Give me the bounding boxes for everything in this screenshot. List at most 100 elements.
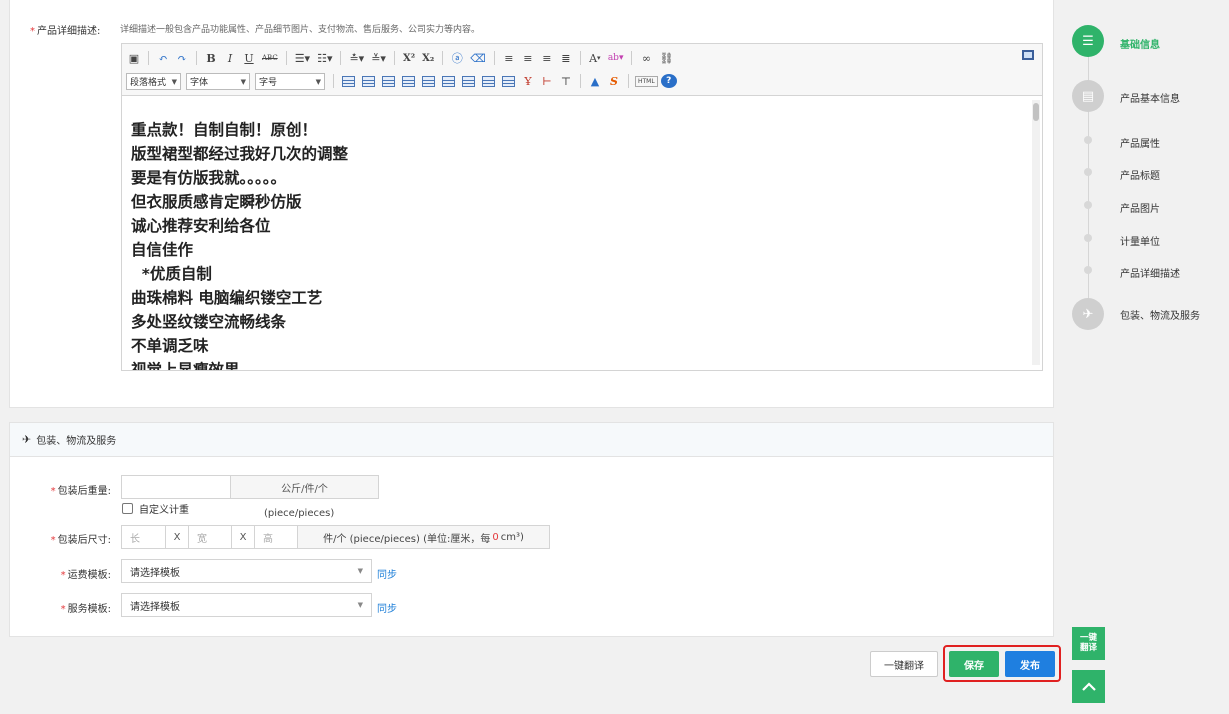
nav-dot [1084,168,1092,176]
freight-sync-link[interactable]: 同步 [377,566,397,581]
align-center-icon[interactable]: ≡ [520,49,536,67]
split-rows-icon[interactable]: ⊢ [539,72,555,90]
chevron-down-icon: ▼ [357,601,363,609]
chevron-down-icon: ▼ [315,77,321,86]
nav-dot [1084,136,1092,144]
editor-line: 曲珠棉料 电脑编织镂空工艺 [131,289,323,307]
chevron-down-icon: ▼ [171,77,177,86]
editor-line: 诚心推荐安利给各位 [131,217,271,235]
font-size-select[interactable]: 字号 ▼ [255,72,325,90]
nav-item-product-title[interactable]: 产品标题 [1120,167,1160,182]
back-to-top-button[interactable] [1072,670,1105,703]
length-input[interactable]: 长 [121,525,166,549]
align-right-icon[interactable]: ≡ [539,49,555,67]
save-button[interactable]: 保存 [949,651,999,677]
split-cols-icon[interactable]: ⊤ [558,72,574,90]
service-template-select[interactable]: 请选择模板 ▼ [121,593,372,617]
link-icon[interactable]: ∞ [638,49,654,67]
nav-item-measurement-unit[interactable]: 计量单位 [1120,233,1160,248]
freight-template-select[interactable]: 请选择模板 ▼ [121,559,372,583]
undo-icon[interactable]: ↶ [155,49,171,67]
editor-line: 要是有仿版我就。。。。。 [131,169,287,187]
scrollbar-thumb[interactable] [1033,103,1039,121]
nav-dot [1084,266,1092,274]
weight-input[interactable] [121,475,231,499]
format-painter-icon[interactable]: S [606,72,622,90]
editor-scrollbar[interactable] [1032,100,1040,365]
editor-line: 重点款！自制自制！原创！ [131,121,318,139]
bold-button[interactable]: B [203,49,219,67]
editor-line: *优质自制 [131,265,212,283]
line-height-icon[interactable]: ≛▾ [347,49,366,67]
weight-unit: 公斤/件/个 [230,475,379,499]
editor-line: 视觉上显瘦效果 [131,361,240,370]
eraser-icon[interactable]: ⌫ [468,49,488,67]
unlink-icon[interactable]: ⛓ [657,49,675,67]
detail-description-hint: 详细描述一般包含产品功能属性、产品细节图片、支付物流、售后服务、公司实力等内容。 [120,25,481,35]
paragraph-spacing-icon[interactable]: ≚▾ [369,49,388,67]
piece-unit-label: (piece/pieces) [264,508,335,519]
ordered-list-icon[interactable]: ☰▾ [293,49,312,67]
help-icon[interactable]: ? [660,74,677,88]
insert-row-above-icon[interactable] [380,72,397,90]
unordered-list-icon[interactable]: ☷▾ [315,49,334,67]
x-separator: X [165,525,189,549]
chevron-up-icon [1081,681,1096,691]
split-cells-icon[interactable]: Ұ [520,72,536,90]
subscript-button[interactable]: X₂ [420,49,436,67]
nav-dot [1084,234,1092,242]
custom-weight-checkbox[interactable] [122,503,133,514]
italic-button[interactable]: I [222,49,238,67]
insert-table-icon[interactable] [340,72,357,90]
height-input[interactable]: 高 [254,525,298,549]
delete-row-icon[interactable] [420,72,437,90]
delete-col-icon[interactable] [480,72,497,90]
merge-cells-icon[interactable] [500,72,517,90]
list-icon[interactable]: ☰ [1072,25,1104,57]
service-template-label: * 服务模板: [60,604,111,615]
document-icon[interactable]: ▤ [1072,80,1104,112]
background-color-icon[interactable]: ab▾ [606,49,626,67]
autotype-icon[interactable]: ⓐ [449,49,465,67]
superscript-button[interactable]: X² [401,49,417,67]
width-input[interactable]: 宽 [188,525,232,549]
paragraph-format-select[interactable]: 段落格式 ▼ [126,72,181,90]
editor-content[interactable]: 重点款！自制自制！原创！ 版型裙型都经过我好几次的调整 要是有仿版我就。。。。。… [122,96,1028,370]
align-justify-icon[interactable]: ≣ [558,49,574,67]
font-family-select[interactable]: 字体 ▼ [186,72,250,90]
side-translate-button[interactable]: 一键 翻译 [1072,627,1105,660]
table-properties-icon[interactable] [360,72,377,90]
nav-dot [1084,201,1092,209]
underline-button[interactable]: U [241,49,257,67]
x-separator: X [231,525,255,549]
nav-item-detail-description[interactable]: 产品详细描述 [1120,265,1180,280]
strikethrough-button[interactable]: ABC [260,49,280,67]
service-sync-link[interactable]: 同步 [377,600,397,615]
size-label: * 包装后尺寸: [50,535,111,546]
packaging-section-header: ✈ 包装、物流及服务 [10,423,1053,457]
font-color-button[interactable]: A ▾ [587,49,603,67]
airplane-icon: ✈ [22,433,32,446]
insert-image-icon[interactable]: ▲ [587,72,603,90]
nav-item-product-basic-info[interactable]: 产品基本信息 [1120,90,1180,105]
airplane-icon[interactable]: ✈ [1072,298,1104,330]
nav-item-packaging[interactable]: 包装、物流及服务 [1120,307,1200,322]
custom-weight-checkbox-row[interactable]: 自定义计重 [122,501,189,516]
html-source-button[interactable]: HTML [635,75,658,87]
rich-text-editor[interactable]: ▣ ↶ ↷ B I U ABC ☰▾ ☷▾ ≛▾ ≚▾ X² X₂ ⓐ ⌫ ≡ … [121,43,1043,371]
insert-col-right-icon[interactable] [460,72,477,90]
publish-button[interactable]: 发布 [1005,651,1055,677]
editor-line: 不单调乏味 [131,337,209,355]
detail-description-label: * 产品详细描述: [30,26,101,37]
align-left-icon[interactable]: ≡ [501,49,517,67]
nav-item-product-images[interactable]: 产品图片 [1120,200,1160,215]
insert-col-left-icon[interactable] [440,72,457,90]
one-click-translate-button[interactable]: 一键翻译 [870,651,938,677]
editor-line: 多处竖纹镂空流畅线条 [131,313,287,331]
save-doc-icon[interactable]: ▣ [126,49,142,67]
fullscreen-icon[interactable] [1022,50,1034,60]
nav-item-basic-info[interactable]: 基础信息 [1120,36,1160,51]
insert-row-below-icon[interactable] [400,72,417,90]
nav-item-product-attributes[interactable]: 产品属性 [1120,135,1160,150]
redo-icon[interactable]: ↷ [174,49,190,67]
